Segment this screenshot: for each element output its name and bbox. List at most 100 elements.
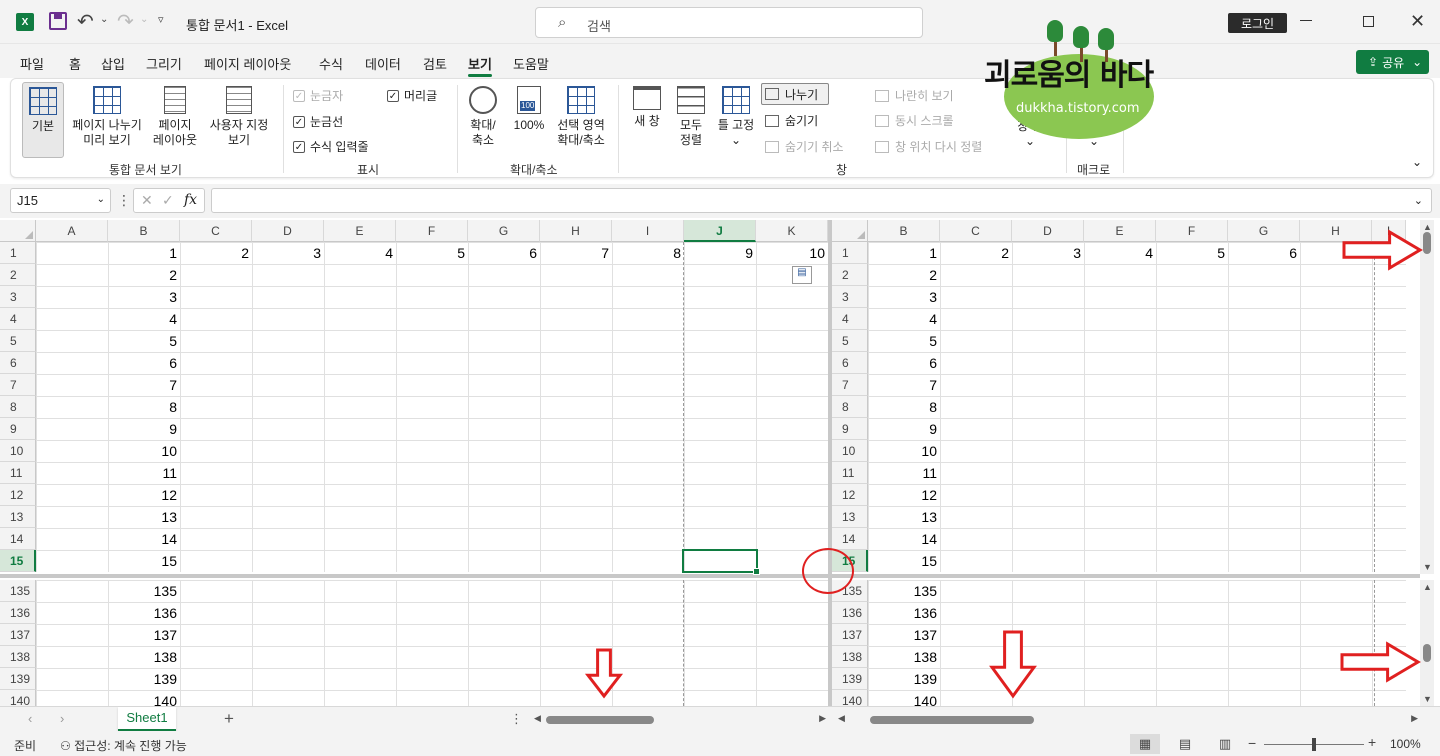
- formula-bar-more-icon[interactable]: ⋮: [117, 192, 131, 209]
- scroll-right-icon[interactable]: ▶: [1411, 713, 1418, 724]
- row-header[interactable]: 8: [0, 396, 36, 418]
- row-header[interactable]: 9: [832, 418, 868, 440]
- row-header[interactable]: 5: [0, 330, 36, 352]
- undo-icon[interactable]: ↶: [77, 9, 94, 34]
- search-input[interactable]: ⌕ 검색: [535, 7, 923, 38]
- custom-views-button[interactable]: 사용자 지정 보기: [203, 86, 275, 148]
- select-all-corner[interactable]: [832, 220, 868, 242]
- column-header[interactable]: F: [1156, 220, 1228, 242]
- vertical-scrollbar-bottom[interactable]: ▲ ▼: [1420, 580, 1434, 706]
- page-break-status-icon[interactable]: ▥: [1210, 734, 1240, 754]
- headings-checkbox[interactable]: ✓ 머리글: [387, 87, 437, 104]
- cell-value[interactable]: 5: [108, 330, 180, 352]
- cell-value[interactable]: 5: [396, 242, 468, 264]
- gridlines-checkbox[interactable]: ✓ 눈금선: [293, 113, 343, 130]
- column-header[interactable]: E: [324, 220, 396, 242]
- zoom-button[interactable]: 확대/ 축소: [463, 86, 503, 148]
- row-header[interactable]: 12: [832, 484, 868, 506]
- row-header[interactable]: 6: [832, 352, 868, 374]
- column-header[interactable]: D: [252, 220, 324, 242]
- cell-value[interactable]: 3: [868, 286, 940, 308]
- ribbon-collapse-icon[interactable]: ⌄: [1409, 155, 1425, 170]
- cell-value[interactable]: 136: [868, 602, 940, 624]
- cell-value[interactable]: 12: [108, 484, 180, 506]
- cell-value[interactable]: 2: [940, 242, 1012, 264]
- cell-value[interactable]: 10: [756, 242, 828, 264]
- cell-value[interactable]: 15: [868, 550, 940, 572]
- row-header[interactable]: 10: [0, 440, 36, 462]
- column-header[interactable]: C: [180, 220, 252, 242]
- row-header[interactable]: 139: [832, 668, 868, 690]
- minimize-icon[interactable]: [1300, 20, 1312, 21]
- cell-value[interactable]: 139: [868, 668, 940, 690]
- column-header[interactable]: I: [612, 220, 684, 242]
- column-header[interactable]: B: [868, 220, 940, 242]
- column-header[interactable]: F: [396, 220, 468, 242]
- vscroll-thumb[interactable]: [1423, 644, 1431, 662]
- horizontal-scrollbar-right[interactable]: ◀ ▶: [836, 713, 1420, 726]
- row-header[interactable]: 1: [832, 242, 868, 264]
- cell-value[interactable]: 7: [540, 242, 612, 264]
- name-box[interactable]: J15 ⌄: [10, 188, 111, 213]
- row-header[interactable]: 5: [832, 330, 868, 352]
- cell-value[interactable]: 6: [108, 352, 180, 374]
- scroll-up-icon[interactable]: ▲: [1423, 222, 1432, 232]
- column-header[interactable]: J: [684, 220, 756, 242]
- row-header[interactable]: 9: [0, 418, 36, 440]
- tab-home[interactable]: 홈: [69, 54, 81, 73]
- split-button[interactable]: 나누기: [761, 83, 829, 105]
- add-sheet-button[interactable]: +: [224, 709, 234, 729]
- cell-value[interactable]: 10: [108, 440, 180, 462]
- row-header[interactable]: 13: [832, 506, 868, 528]
- insert-function-icon[interactable]: fx: [184, 192, 197, 208]
- active-cell[interactable]: [682, 549, 760, 575]
- customize-qat-icon[interactable]: ▿: [158, 13, 164, 26]
- share-button[interactable]: ⇪ 공유 ⌄: [1356, 50, 1429, 74]
- horizontal-split-bar[interactable]: [0, 574, 1420, 578]
- row-header[interactable]: 2: [832, 264, 868, 286]
- row-header[interactable]: 135: [0, 580, 36, 602]
- zoom-in-icon[interactable]: +: [1368, 734, 1376, 750]
- formula-bar-checkbox[interactable]: ✓ 수식 입력줄: [293, 138, 369, 155]
- page-layout-status-icon[interactable]: ▤: [1170, 734, 1200, 754]
- row-header[interactable]: 10: [832, 440, 868, 462]
- row-header[interactable]: 137: [832, 624, 868, 646]
- cell-value[interactable]: 4: [108, 308, 180, 330]
- row-header[interactable]: 14: [0, 528, 36, 550]
- cell-value[interactable]: 138: [108, 646, 180, 668]
- cell-value[interactable]: 6: [868, 352, 940, 374]
- row-header[interactable]: 4: [0, 308, 36, 330]
- login-button[interactable]: 로그인: [1228, 13, 1287, 33]
- row-header[interactable]: 3: [832, 286, 868, 308]
- cell-value[interactable]: 14: [868, 528, 940, 550]
- paste-options-icon[interactable]: ▤: [792, 266, 812, 284]
- arrange-all-button[interactable]: 모두 정렬: [671, 86, 711, 148]
- column-header[interactable]: D: [1012, 220, 1084, 242]
- normal-view-status-icon[interactable]: ▦: [1130, 734, 1160, 754]
- cell-value[interactable]: 8: [108, 396, 180, 418]
- horizontal-scrollbar-left[interactable]: ◀ ▶: [532, 713, 828, 726]
- row-header[interactable]: 13: [0, 506, 36, 528]
- zoom-level[interactable]: 100%: [1390, 737, 1421, 751]
- scroll-down-icon[interactable]: ▼: [1423, 694, 1432, 704]
- hscroll-thumb[interactable]: [546, 716, 654, 724]
- zoom-100-button[interactable]: 100 100%: [509, 86, 549, 133]
- cell-grid[interactable]: [868, 242, 1406, 572]
- new-window-button[interactable]: 새 창: [627, 86, 667, 129]
- scroll-up-icon[interactable]: ▲: [1423, 582, 1432, 592]
- row-header[interactable]: 136: [0, 602, 36, 624]
- sheet-next-icon[interactable]: ›: [60, 711, 64, 726]
- hscroll-thumb[interactable]: [870, 716, 1034, 724]
- row-header[interactable]: 11: [0, 462, 36, 484]
- undo-dropdown-icon[interactable]: ⌄: [100, 14, 108, 25]
- row-header[interactable]: 138: [0, 646, 36, 668]
- cell-value[interactable]: 136: [108, 602, 180, 624]
- expand-formula-icon[interactable]: ⌄: [1414, 194, 1423, 207]
- cell-value[interactable]: 6: [468, 242, 540, 264]
- cell-value[interactable]: 7: [108, 374, 180, 396]
- column-header[interactable]: K: [756, 220, 828, 242]
- cell-value[interactable]: 13: [868, 506, 940, 528]
- cell-value[interactable]: 8: [868, 396, 940, 418]
- accessibility-status[interactable]: ⚇ 접근성: 계속 진행 가능: [60, 737, 187, 754]
- row-header[interactable]: 1: [0, 242, 36, 264]
